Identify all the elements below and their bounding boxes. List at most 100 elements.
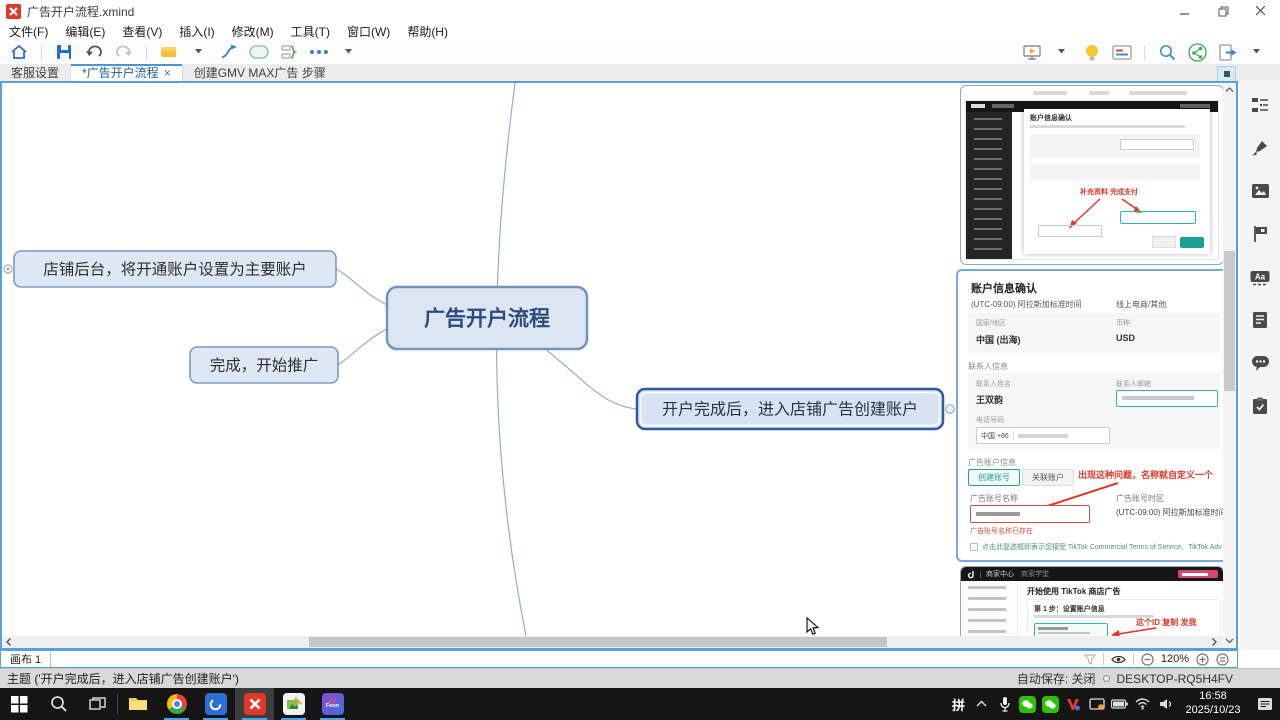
vertical-scroll-thumb[interactable] bbox=[1224, 251, 1235, 391]
search-button[interactable] bbox=[1152, 41, 1182, 63]
relationship-button[interactable] bbox=[214, 41, 244, 63]
xmind-taskbar-button[interactable] bbox=[235, 688, 274, 720]
sheet-button[interactable] bbox=[154, 41, 184, 63]
image-topic-shop-ads-start[interactable]: 商家中心 商家学堂 开始使用 TikTok 商店广告 第 1 步：设置账户信息 … bbox=[960, 566, 1224, 647]
scroll-up-icon[interactable] bbox=[1223, 84, 1236, 96]
marker-flag-icon[interactable] bbox=[1250, 224, 1270, 244]
taskbar-search-button[interactable] bbox=[39, 688, 78, 720]
menu-edit[interactable]: 编辑(E) bbox=[65, 23, 105, 40]
note-card-button[interactable] bbox=[1107, 41, 1137, 63]
wechat-icon[interactable] bbox=[1017, 688, 1038, 720]
menu-window[interactable]: 窗口(W) bbox=[347, 23, 390, 40]
style-brush-icon[interactable] bbox=[1250, 138, 1270, 158]
scroll-right-icon[interactable] bbox=[1209, 637, 1219, 647]
home-button[interactable] bbox=[4, 41, 34, 63]
tab-gmv-max[interactable]: 创建GMV MAX广告 步骤 bbox=[183, 64, 337, 81]
status-bar: 主题 ('开户完成后，进入店铺广告创建账户') 自动保存: 关闭 DESKTOP… bbox=[0, 668, 1280, 688]
summary-button[interactable] bbox=[274, 41, 304, 63]
sheet-tab-label: 画布 1 bbox=[10, 651, 41, 667]
title-bar: 广告开户流程.xmind bbox=[0, 0, 1280, 22]
minimize-button[interactable] bbox=[1166, 0, 1204, 22]
wifi-icon[interactable] bbox=[1132, 688, 1153, 720]
sheet-tab-canvas1[interactable]: 画布 1 bbox=[1, 651, 51, 667]
fit-window-icon[interactable] bbox=[1216, 653, 1229, 666]
topic-left-top-label: 店铺后台，将开通账户设置为主要账户 bbox=[43, 261, 307, 279]
menu-tools[interactable]: 工具(T) bbox=[291, 23, 330, 40]
red-v-app-icon[interactable] bbox=[1063, 688, 1084, 720]
eye-icon[interactable] bbox=[1111, 654, 1126, 665]
ad-name-label: 广告账号名称 bbox=[970, 493, 1018, 504]
menu-help[interactable]: 帮助(H) bbox=[407, 23, 448, 40]
clock-date: 2025/10/23 bbox=[1178, 704, 1248, 718]
sticker-image-icon[interactable] bbox=[1250, 181, 1270, 201]
redo-button[interactable] bbox=[109, 41, 139, 63]
tab-close-icon[interactable]: × bbox=[164, 66, 171, 80]
idea-bulb-button[interactable] bbox=[1077, 41, 1107, 63]
export-dropdown-caret[interactable] bbox=[1242, 41, 1272, 63]
zoom-in-icon[interactable] bbox=[1196, 653, 1209, 666]
zoom-out-icon[interactable] bbox=[1141, 653, 1154, 666]
file-explorer-button[interactable] bbox=[118, 688, 157, 720]
chrome-button[interactable] bbox=[157, 688, 196, 720]
filter-icon[interactable] bbox=[1084, 654, 1096, 665]
sheet-dropdown-caret[interactable] bbox=[184, 41, 214, 63]
mindmap-canvas[interactable]: 店铺后台，将开通账户设置为主要账户 完成，开始推广 广告开户流程 开户完成后，进… bbox=[0, 81, 1238, 650]
speaker-icon[interactable] bbox=[1155, 688, 1176, 720]
scroll-left-icon[interactable] bbox=[4, 637, 14, 647]
export-button[interactable] bbox=[1212, 41, 1242, 63]
xmind-window: 广告开户流程.xmind 文件(F) 编辑(E) 查看(V) 插入(I) 修改(… bbox=[0, 0, 1280, 720]
task-clipboard-icon[interactable] bbox=[1250, 396, 1270, 416]
autosave-status: 自动保存: 关闭 bbox=[1017, 670, 1096, 687]
ad-name-error-text: 广告账号名称已存在 bbox=[970, 526, 1033, 536]
presentation-button[interactable] bbox=[1017, 41, 1047, 63]
tray-expand-icon[interactable] bbox=[971, 688, 992, 720]
save-button[interactable] bbox=[49, 41, 79, 63]
tab-label: 客服设置 bbox=[11, 64, 59, 81]
tab-guanggao-kaihu[interactable]: *广告开户流程 × bbox=[70, 64, 183, 81]
foun-app-button[interactable]: Foun bbox=[313, 688, 352, 720]
taskbar-clock[interactable]: 16:58 2025/10/23 bbox=[1178, 690, 1248, 718]
nav-merchant-school: 商家学堂 bbox=[1021, 569, 1049, 579]
ad-name-input-error bbox=[970, 505, 1090, 523]
menu-insert[interactable]: 插入(I) bbox=[179, 23, 214, 40]
horizontal-scroll-thumb[interactable] bbox=[309, 637, 887, 647]
foun-label: Foun bbox=[326, 704, 339, 710]
paint-app-button[interactable] bbox=[274, 688, 313, 720]
blue-app-button[interactable] bbox=[196, 688, 235, 720]
start-button[interactable] bbox=[0, 688, 39, 720]
zoom-level: 120% bbox=[1161, 653, 1189, 665]
wechat-icon-2[interactable] bbox=[1040, 688, 1061, 720]
vertical-scrollbar[interactable] bbox=[1223, 83, 1236, 648]
share-button[interactable] bbox=[1182, 41, 1212, 63]
undo-button[interactable] bbox=[79, 41, 109, 63]
more-dropdown-caret[interactable] bbox=[334, 41, 364, 63]
comment-bubble-icon[interactable] bbox=[1250, 353, 1270, 373]
screen-capture-icon[interactable] bbox=[1086, 688, 1107, 720]
ime-indicator[interactable]: 拼 bbox=[948, 688, 969, 720]
central-topic-label: 广告开户流程 bbox=[424, 307, 550, 331]
task-view-button[interactable] bbox=[78, 688, 117, 720]
boundary-button[interactable] bbox=[244, 41, 274, 63]
image-topic-account-confirm-large[interactable]: 账户信息确认 (UTC-09:00) 阿拉斯加标准时间 线上电商/其他 国家/地… bbox=[956, 269, 1234, 562]
battery-icon[interactable] bbox=[1109, 688, 1130, 720]
notification-center-icon[interactable] bbox=[1250, 688, 1280, 720]
topic-structure-icon[interactable] bbox=[1250, 95, 1270, 115]
more-tools-button[interactable] bbox=[304, 41, 334, 63]
notes-document-icon[interactable] bbox=[1250, 310, 1270, 330]
close-button[interactable] bbox=[1242, 0, 1280, 22]
presentation-dropdown-caret[interactable] bbox=[1047, 41, 1077, 63]
label-aa-icon[interactable]: Aa bbox=[1250, 267, 1270, 287]
skeleton-bar bbox=[1129, 91, 1187, 95]
tab-kefu-shezhi[interactable]: 客服设置 bbox=[0, 64, 70, 81]
skeleton-bar bbox=[1089, 91, 1109, 95]
microphone-icon[interactable] bbox=[994, 688, 1015, 720]
tabbar-corner-icon[interactable] bbox=[1217, 66, 1236, 82]
scroll-down-icon[interactable] bbox=[1223, 635, 1236, 647]
branch-collapse-handle[interactable] bbox=[946, 405, 954, 413]
menu-file[interactable]: 文件(F) bbox=[9, 23, 48, 40]
restore-button[interactable] bbox=[1204, 0, 1242, 22]
menu-view[interactable]: 查看(V) bbox=[122, 23, 162, 40]
image-topic-account-confirm-small[interactable]: 账户信息确认 补充资料 完成支付 bbox=[960, 85, 1224, 265]
horizontal-scrollbar[interactable] bbox=[2, 636, 1223, 648]
menu-modify[interactable]: 修改(M) bbox=[232, 23, 274, 40]
